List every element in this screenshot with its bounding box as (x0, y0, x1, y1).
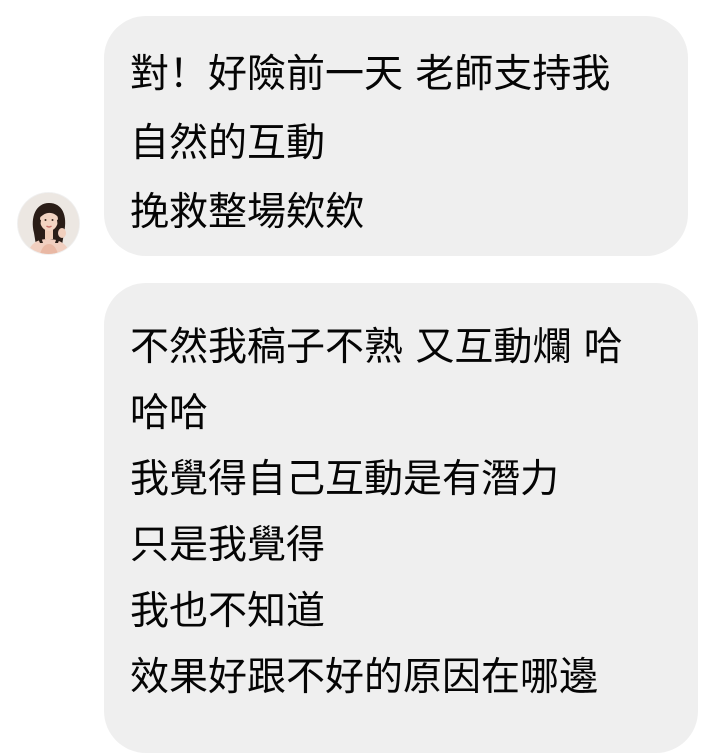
message-line: 挽救整場欸欸 (130, 190, 365, 235)
contact-avatar[interactable] (18, 193, 79, 254)
message-line: 我覺得自己互動是有潛力 (130, 457, 560, 502)
message-line: 哈哈 (130, 391, 209, 436)
message-line: 效果好跟不好的原因在哪邊 (130, 655, 599, 700)
chat-thread: 對！好險前一天 老師支持我 自然的互動 挽救整場欸欸 不然我稿子不熟 又互動爛 … (0, 0, 713, 753)
message-line: 對！好險前一天 老師支持我 (130, 52, 611, 97)
message-line: 自然的互動 (130, 121, 326, 166)
message-line: 我也不知道 (130, 589, 326, 634)
contact-avatar-icon (18, 193, 79, 254)
message-bubble[interactable]: 不然我稿子不熟 又互動爛 哈 哈哈 我覺得自己互動是有潛力 只是我覺得 我也不知… (104, 283, 698, 753)
message-line: 只是我覺得 (130, 523, 326, 568)
message-bubble[interactable]: 對！好險前一天 老師支持我 自然的互動 挽救整場欸欸 (104, 16, 688, 256)
message-line: 不然我稿子不熟 又互動爛 哈 (130, 325, 623, 370)
